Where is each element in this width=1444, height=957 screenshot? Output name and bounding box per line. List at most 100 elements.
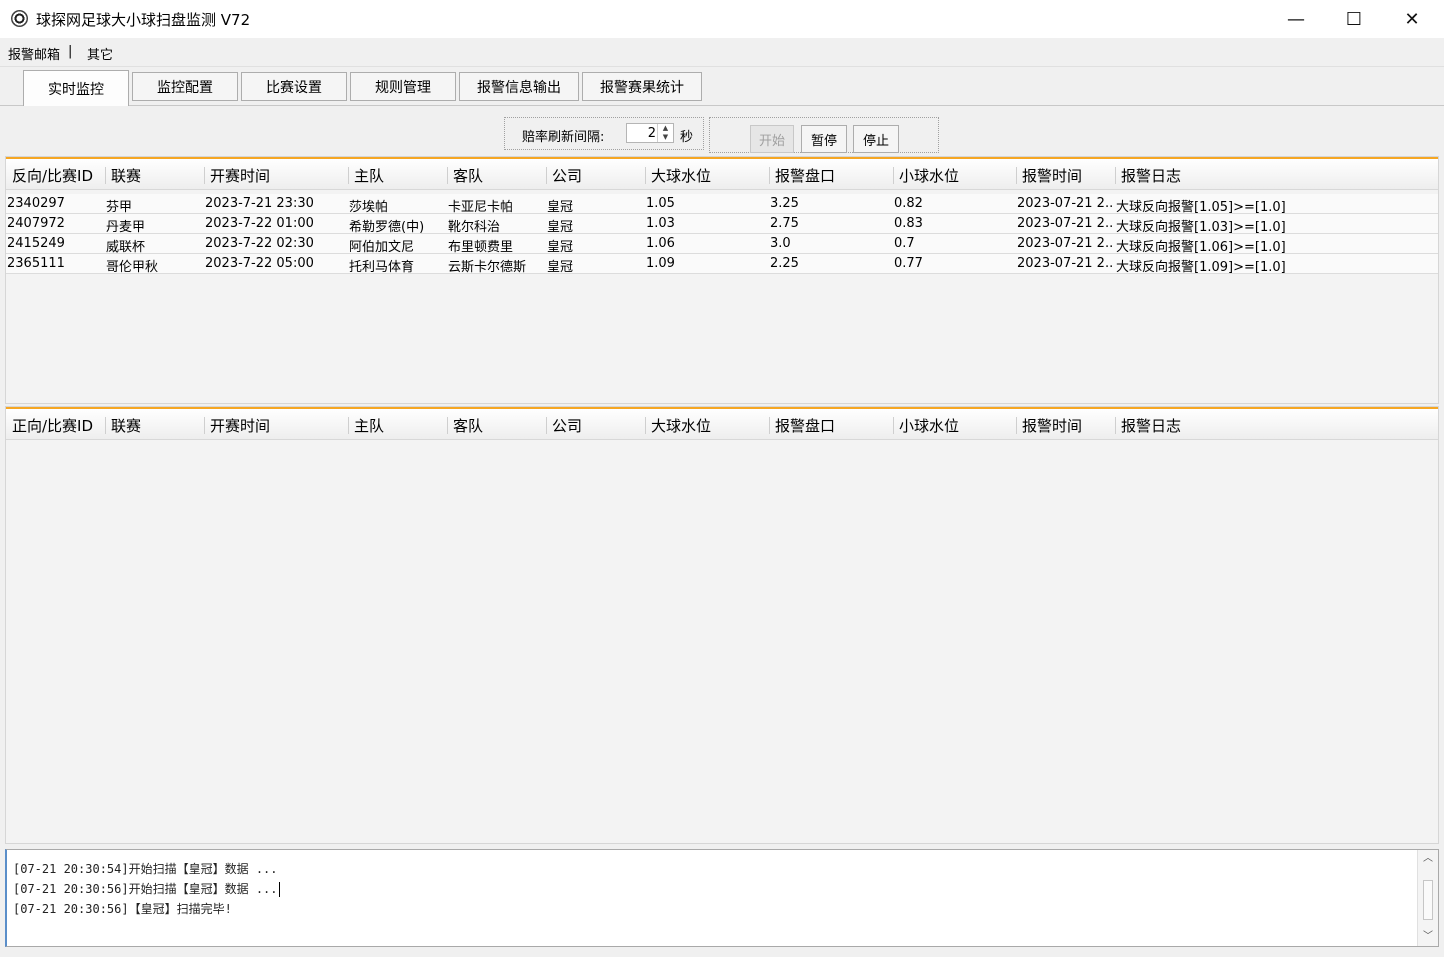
- tab-monitor-config[interactable]: 监控配置: [132, 72, 238, 101]
- column-header[interactable]: 报警盘口: [775, 165, 835, 186]
- column-separator[interactable]: [769, 167, 770, 184]
- cell-league: 威联杯: [106, 240, 146, 255]
- column-separator[interactable]: [645, 167, 646, 184]
- cell-league: 哥伦甲秋: [106, 260, 159, 275]
- column-header[interactable]: 报警时间: [1022, 415, 1082, 436]
- scroll-thumb[interactable]: [1423, 880, 1433, 920]
- column-separator[interactable]: [645, 417, 646, 434]
- refresh-interval-group: 赔率刷新间隔: 2 ▲ ▼ 秒: [504, 117, 704, 150]
- column-header[interactable]: 报警日志: [1121, 165, 1181, 186]
- column-header[interactable]: 正向/比赛ID: [12, 415, 104, 436]
- tab-alarm-result-stats[interactable]: 报警赛果统计: [582, 72, 702, 101]
- column-header[interactable]: 反向/比赛ID: [12, 165, 104, 186]
- reverse-grid-header: 反向/比赛ID 联赛 开赛时间 主队 客队 公司 大球水位 报警盘口 小球水位 …: [6, 157, 1438, 190]
- stop-button[interactable]: 停止: [853, 125, 899, 153]
- column-separator[interactable]: [893, 167, 894, 184]
- tab-realtime-monitor[interactable]: 实时监控: [23, 70, 129, 106]
- column-separator[interactable]: [546, 167, 547, 184]
- cell-home: 托利马体育: [349, 260, 415, 275]
- start-button[interactable]: 开始: [750, 125, 794, 153]
- cell-over-odds: 1.05: [646, 196, 675, 211]
- column-header[interactable]: 开赛时间: [210, 165, 270, 186]
- cell-under-odds: 0.83: [894, 216, 923, 231]
- column-header[interactable]: 大球水位: [651, 165, 711, 186]
- table-row[interactable]: 2407972 丹麦甲 2023-7-22 01:00 希勒罗德(中) 靴尔科治…: [6, 214, 1438, 235]
- column-header[interactable]: 报警时间: [1022, 165, 1082, 186]
- column-header[interactable]: 报警日志: [1121, 415, 1181, 436]
- column-header[interactable]: 小球水位: [899, 165, 959, 186]
- log-line: [07-21 20:30:56]【皇冠】扫描完毕!: [13, 902, 232, 916]
- window-title: 球探网足球大小球扫盘监测 V72: [36, 11, 251, 29]
- log-line-text: [07-21 20:30:56]开始扫描【皇冠】数据 ...: [13, 882, 278, 896]
- column-header[interactable]: 公司: [552, 415, 582, 436]
- cell-over-odds: 1.09: [646, 256, 675, 271]
- minimize-button[interactable]: —: [1267, 0, 1325, 38]
- column-header[interactable]: 开赛时间: [210, 415, 270, 436]
- reverse-alarm-grid: 反向/比赛ID 联赛 开赛时间 主队 客队 公司 大球水位 报警盘口 小球水位 …: [5, 156, 1439, 404]
- column-separator[interactable]: [447, 417, 448, 434]
- column-separator[interactable]: [1016, 417, 1017, 434]
- column-header[interactable]: 公司: [552, 165, 582, 186]
- table-row[interactable]: 2340297 芬甲 2023-7-21 23:30 莎埃帕 卡亚尼卡帕 皇冠 …: [6, 194, 1438, 215]
- cell-alarm-time: 2023-07-21 2...: [1017, 216, 1114, 231]
- forward-grid-header: 正向/比赛ID 联赛 开赛时间 主队 客队 公司 大球水位 报警盘口 小球水位 …: [6, 407, 1438, 440]
- column-header[interactable]: 客队: [453, 165, 483, 186]
- scroll-down-icon[interactable]: ﹀: [1418, 928, 1438, 946]
- column-header[interactable]: 客队: [453, 415, 483, 436]
- cell-alarm-time: 2023-07-21 2...: [1017, 196, 1114, 211]
- tab-rule-management[interactable]: 规则管理: [350, 72, 456, 101]
- menu-other[interactable]: 其它: [87, 44, 113, 63]
- stepper-up-icon[interactable]: ▲: [658, 124, 673, 133]
- cell-handicap: 3.25: [770, 196, 799, 211]
- pause-button[interactable]: 暂停: [801, 125, 847, 153]
- main-client-area: 实时监控 监控配置 比赛设置 规则管理 报警信息输出 报警赛果统计 赔率刷新间隔…: [0, 67, 1444, 957]
- column-separator[interactable]: [105, 417, 106, 434]
- stepper-down-icon[interactable]: ▼: [658, 133, 673, 142]
- cell-company: 皇冠: [547, 220, 574, 235]
- column-separator[interactable]: [348, 167, 349, 184]
- column-separator[interactable]: [1115, 167, 1116, 184]
- cell-away: 靴尔科治: [448, 220, 501, 235]
- column-header[interactable]: 大球水位: [651, 415, 711, 436]
- forward-alarm-grid: 正向/比赛ID 联赛 开赛时间 主队 客队 公司 大球水位 报警盘口 小球水位 …: [5, 406, 1439, 844]
- column-separator[interactable]: [204, 417, 205, 434]
- close-button[interactable]: ✕: [1383, 0, 1441, 38]
- cell-away: 云斯卡尔德斯: [448, 260, 527, 275]
- column-header[interactable]: 联赛: [111, 415, 141, 436]
- table-row[interactable]: 2365111 哥伦甲秋 2023-7-22 05:00 托利马体育 云斯卡尔德…: [6, 254, 1438, 275]
- cell-under-odds: 0.7: [894, 236, 915, 251]
- tab-match-settings[interactable]: 比赛设置: [241, 72, 347, 101]
- refresh-interval-unit: 秒: [680, 130, 694, 145]
- column-header[interactable]: 主队: [354, 415, 384, 436]
- control-buttons-group: 开始 暂停 停止: [709, 117, 939, 153]
- menu-alarm-mailbox[interactable]: 报警邮箱: [8, 44, 60, 63]
- refresh-interval-value[interactable]: 2: [648, 126, 656, 141]
- scroll-up-icon[interactable]: ︿: [1418, 850, 1438, 868]
- column-separator[interactable]: [1016, 167, 1017, 184]
- column-separator[interactable]: [546, 417, 547, 434]
- column-separator[interactable]: [447, 167, 448, 184]
- column-separator[interactable]: [348, 417, 349, 434]
- title-bar: 球探网足球大小球扫盘监测 V72 — ☐ ✕: [0, 0, 1444, 38]
- column-separator[interactable]: [893, 417, 894, 434]
- maximize-button[interactable]: ☐: [1325, 0, 1383, 38]
- refresh-interval-stepper[interactable]: 2 ▲ ▼: [626, 123, 674, 143]
- log-output-textarea[interactable]: [07-21 20:30:54]开始扫描【皇冠】数据 ... [07-21 20…: [5, 849, 1439, 947]
- tab-strip: 实时监控 监控配置 比赛设置 规则管理 报警信息输出 报警赛果统计: [0, 67, 1444, 106]
- text-caret: [278, 882, 280, 897]
- stepper-arrows[interactable]: ▲ ▼: [657, 124, 673, 142]
- column-separator[interactable]: [105, 167, 106, 184]
- column-header[interactable]: 主队: [354, 165, 384, 186]
- cell-alarm-log: 大球反向报警[1.05]>=[1.0]: [1116, 200, 1286, 215]
- log-scrollbar[interactable]: ︿ ﹀: [1417, 850, 1438, 946]
- cell-kickoff: 2023-7-22 05:00: [205, 256, 314, 271]
- column-header[interactable]: 报警盘口: [775, 415, 835, 436]
- column-header[interactable]: 小球水位: [899, 415, 959, 436]
- column-separator[interactable]: [1115, 417, 1116, 434]
- table-row[interactable]: 2415249 威联杯 2023-7-22 02:30 阿伯加文尼 布里顿费里 …: [6, 234, 1438, 255]
- column-header[interactable]: 联赛: [111, 165, 141, 186]
- column-separator[interactable]: [204, 167, 205, 184]
- tab-alarm-output[interactable]: 报警信息输出: [459, 72, 579, 101]
- cell-league: 丹麦甲: [106, 220, 146, 235]
- column-separator[interactable]: [769, 417, 770, 434]
